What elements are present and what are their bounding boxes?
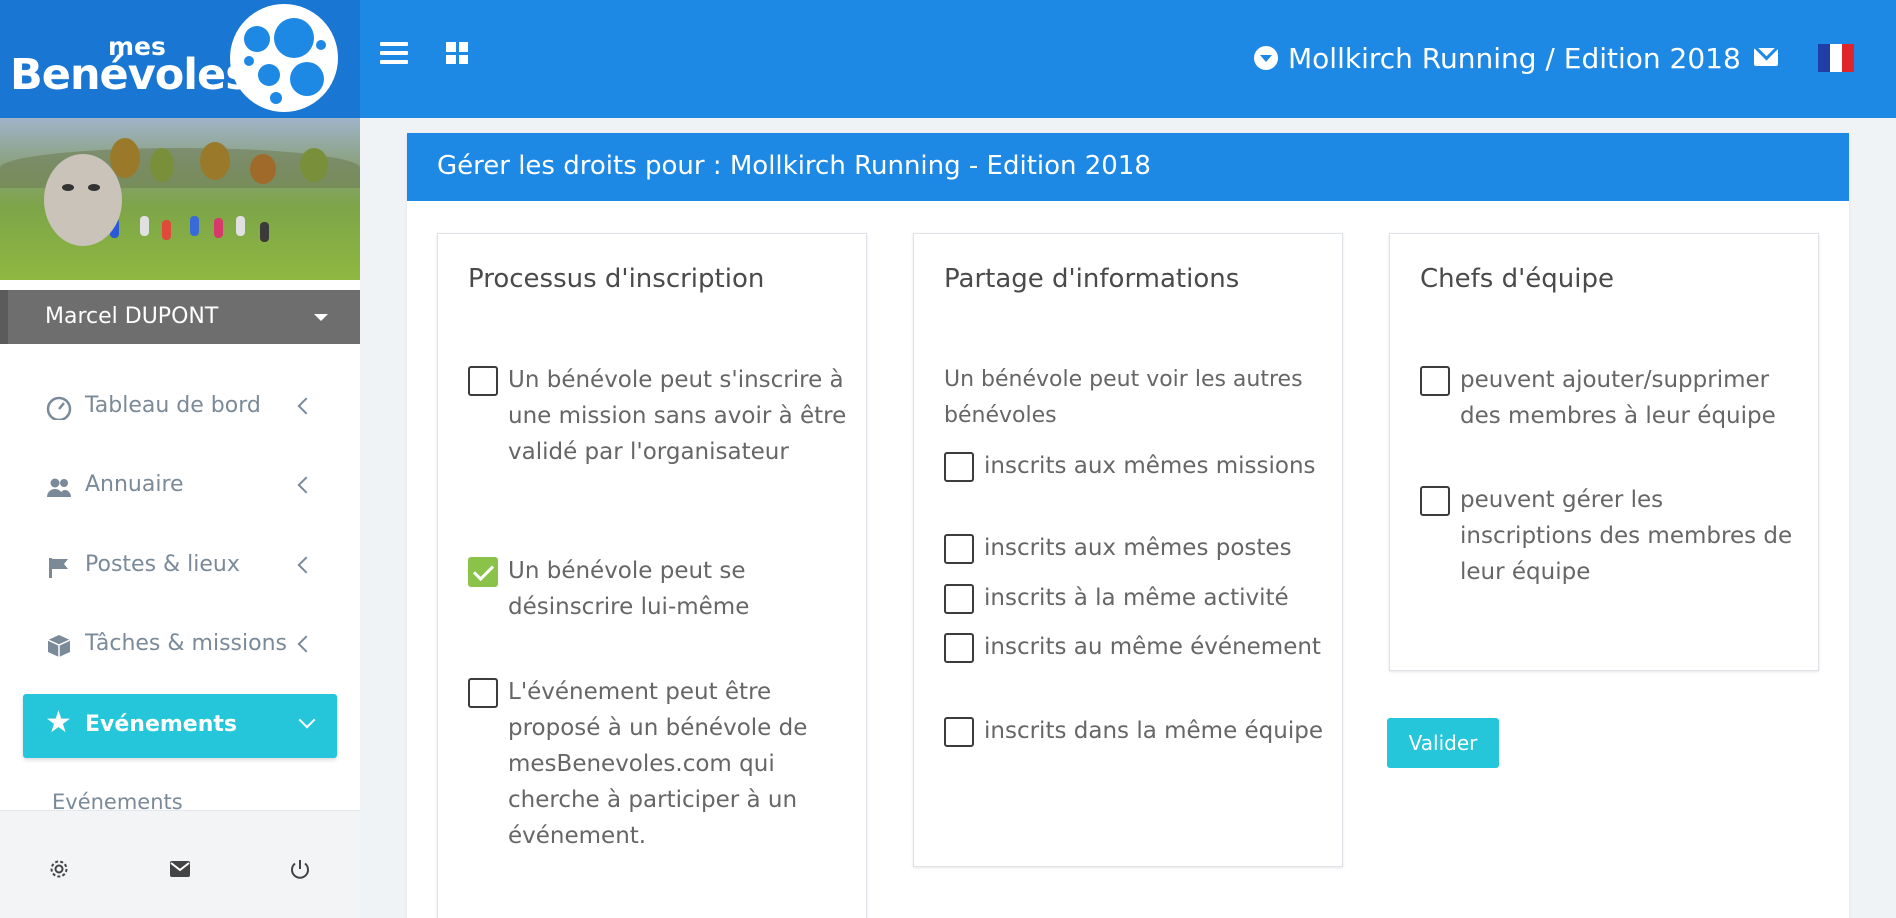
french-flag-icon[interactable]	[1818, 44, 1854, 72]
sidebar-item-evenements[interactable]: ★ Evénements	[23, 694, 337, 758]
caret-down-icon	[314, 314, 328, 321]
option-label: inscrits aux mêmes missions	[984, 453, 1316, 479]
option-label: inscrits à la même activité	[984, 585, 1289, 611]
sidebar-item-postes-lieux[interactable]: Postes & lieux	[0, 535, 360, 595]
chevron-left-icon	[297, 556, 315, 574]
dashboard-icon	[46, 396, 72, 420]
sidebar-item-label: Evénements	[85, 712, 237, 737]
option-label: Un bénévole peut s'inscrire à une missio…	[508, 367, 847, 465]
submit-button[interactable]: Valider	[1387, 718, 1499, 768]
checkbox[interactable]	[944, 534, 974, 564]
sidebar-footer	[0, 810, 360, 918]
chevron-left-icon	[297, 476, 315, 494]
star-icon: ★	[45, 705, 72, 740]
checkbox[interactable]	[944, 584, 974, 614]
sidebar-item-dashboard[interactable]: Tableau de bord	[0, 376, 360, 436]
option-label: peuvent gérer les inscriptions des membr…	[1460, 487, 1793, 585]
sidebar: Marcel DUPONT Tableau de bord Annuaire P…	[0, 118, 360, 918]
caret-down-circle-icon	[1254, 46, 1278, 70]
profile-cover-image	[0, 118, 360, 280]
panel-title: Chefs d'équipe	[1420, 264, 1614, 294]
panel-processus-inscription: Processus d'inscription Un bénévole peut…	[437, 233, 867, 918]
menu-toggle-icon[interactable]	[380, 42, 408, 64]
checkbox[interactable]	[468, 557, 498, 587]
power-icon[interactable]	[288, 857, 312, 881]
panel-title: Processus d'inscription	[468, 264, 765, 294]
option-label: L'événement peut être proposé à un bénév…	[508, 679, 808, 849]
event-selector-label: Mollkirch Running / Edition 2018	[1288, 41, 1741, 75]
rights-card: Gérer les droits pour : Mollkirch Runnin…	[407, 133, 1849, 918]
event-selector[interactable]: Mollkirch Running / Edition 2018	[1254, 38, 1741, 78]
chevron-left-icon	[297, 635, 315, 653]
sidebar-item-annuaire[interactable]: Annuaire	[0, 455, 360, 515]
sidebar-item-label: Annuaire	[85, 472, 184, 497]
logo-icon	[230, 4, 338, 112]
sidebar-item-label: Tâches & missions	[85, 631, 287, 656]
apps-grid-icon[interactable]	[446, 42, 468, 64]
sidebar-item-taches-missions[interactable]: Tâches & missions	[0, 614, 360, 674]
chevron-left-icon	[297, 397, 315, 415]
checkbox[interactable]	[468, 678, 498, 708]
users-icon	[47, 478, 71, 497]
chevron-down-icon	[298, 711, 316, 729]
option-label: inscrits dans la même équipe	[984, 718, 1324, 744]
panel-title: Partage d'informations	[944, 264, 1240, 294]
sidebar-item-label: Postes & lieux	[85, 552, 240, 577]
avatar[interactable]	[44, 154, 122, 246]
option-label: inscrits au même événement	[984, 634, 1321, 660]
sidebar-item-label: Tableau de bord	[85, 393, 261, 418]
brand-name: Benévoles	[10, 50, 251, 100]
option-label: peuvent ajouter/supprimer des membres à …	[1460, 367, 1776, 429]
user-name: Marcel DUPONT	[45, 304, 219, 329]
panel-intro: Un bénévole peut voir les autres bénévol…	[944, 367, 1303, 428]
panel-chefs-equipe: Chefs d'équipe peuvent ajouter/supprimer…	[1389, 233, 1819, 671]
checkbox[interactable]	[468, 366, 498, 396]
flag-icon	[49, 558, 68, 578]
checkbox[interactable]	[944, 633, 974, 663]
settings-icon[interactable]	[47, 857, 71, 881]
panel-partage-informations: Partage d'informations Un bénévole peut …	[913, 233, 1343, 867]
checkbox[interactable]	[944, 717, 974, 747]
brand[interactable]: mes Benévoles	[0, 0, 360, 118]
cube-icon	[47, 635, 71, 657]
user-menu[interactable]: Marcel DUPONT	[0, 290, 360, 344]
checkbox[interactable]	[944, 452, 974, 482]
card-header: Gérer les droits pour : Mollkirch Runnin…	[407, 133, 1849, 201]
mail-icon[interactable]	[1754, 48, 1778, 66]
checkbox[interactable]	[1420, 486, 1450, 516]
page-title: Gérer les droits pour : Mollkirch Runnin…	[437, 151, 1151, 181]
option-label: inscrits aux mêmes postes	[984, 535, 1292, 561]
option-label: Un bénévole peut se désinscrire lui-même	[508, 558, 750, 620]
top-bar: mes Benévoles Mollkirch Running / Editio…	[0, 0, 1896, 118]
checkbox[interactable]	[1420, 366, 1450, 396]
mail-icon[interactable]	[168, 857, 192, 881]
